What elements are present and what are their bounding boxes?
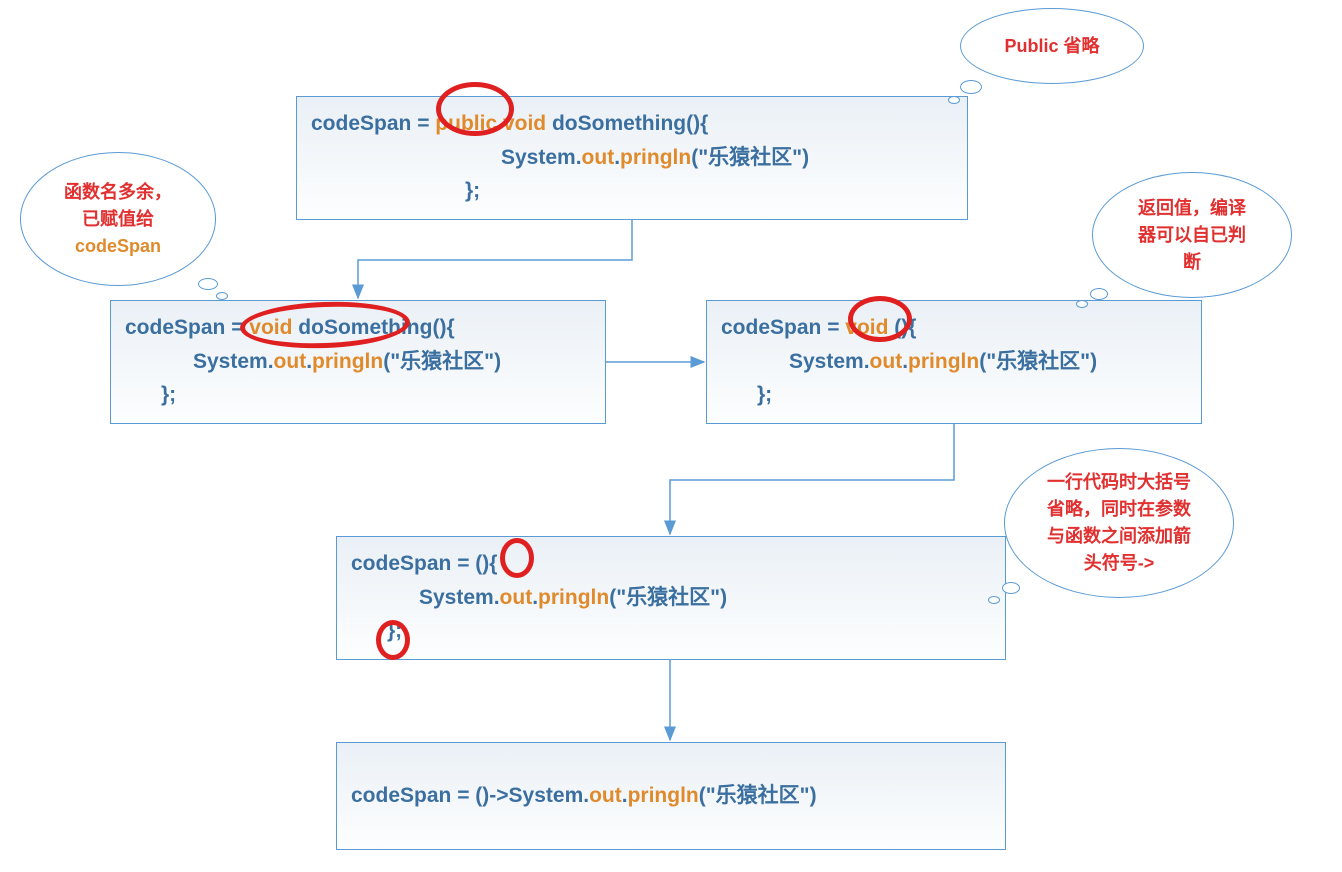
code-line: }; — [351, 614, 991, 648]
keyword: pringln — [628, 784, 699, 807]
code-box-3: codeSpan = void (){ System.out.pringln("… — [706, 300, 1202, 424]
code-line: }; — [125, 378, 591, 412]
callout-text: 断 — [1138, 249, 1246, 276]
callout-text: Public 省略 — [1004, 33, 1099, 60]
text: }; — [465, 179, 480, 202]
code-line: System.out.pringln("乐猿社区") — [351, 581, 991, 615]
text: ("乐猿社区") — [699, 784, 817, 807]
text: System. — [419, 586, 500, 609]
keyword: out — [582, 146, 615, 169]
circle-mark-brace-close — [376, 620, 410, 660]
callout-tail — [198, 278, 218, 290]
keyword: pringln — [312, 350, 383, 373]
keyword: pringln — [620, 146, 691, 169]
text: ("乐猿社区") — [609, 586, 727, 609]
callout-text: 器可以自已判 — [1138, 222, 1246, 249]
callout-tail — [1002, 582, 1020, 594]
callout-text: 省略，同时在参数 — [1047, 496, 1191, 523]
code-line: System.out.pringln("乐猿社区") — [311, 141, 953, 175]
text: codeSpan = ( — [351, 552, 482, 575]
keyword: out — [500, 586, 533, 609]
callout-public: Public 省略 — [960, 8, 1144, 84]
keyword: pringln — [538, 586, 609, 609]
circle-mark-brace-open — [500, 538, 534, 578]
code-line: codeSpan = (){ — [351, 547, 991, 581]
callout-braces: 一行代码时大括号 省略，同时在参数 与函数之间添加箭 头符号-> — [1004, 448, 1234, 598]
text: codeSpan = ()->System. — [351, 784, 589, 807]
callout-return: 返回值，编译 器可以自已判 断 — [1092, 172, 1292, 298]
keyword: pringln — [908, 350, 979, 373]
code-box-5: codeSpan = ()->System.out.pringln("乐猿社区"… — [336, 742, 1006, 850]
callout-tail — [960, 80, 982, 94]
callout-text: codeSpan — [64, 233, 172, 260]
text: ("乐猿社区") — [691, 146, 809, 169]
callout-tail — [216, 292, 228, 300]
text: codeSpan = — [311, 112, 435, 135]
code-box-4: codeSpan = (){ System.out.pringln("乐猿社区"… — [336, 536, 1006, 660]
callout-tail — [1076, 300, 1088, 308]
text: ("乐猿社区") — [979, 350, 1097, 373]
code-box-1: codeSpan = public void doSomething(){ Sy… — [296, 96, 968, 220]
keyword: out — [274, 350, 307, 373]
text: }; — [757, 383, 772, 406]
text: doSomething(){ — [546, 112, 708, 135]
code-line: codeSpan = ()->System.out.pringln("乐猿社区"… — [351, 779, 817, 813]
callout-tail — [948, 96, 960, 104]
callout-text: 返回值，编译 — [1138, 195, 1246, 222]
text: System. — [501, 146, 582, 169]
code-line: codeSpan = void (){ — [721, 311, 1187, 345]
text: ("乐猿社区") — [383, 350, 501, 373]
text: codeSpan = — [125, 316, 249, 339]
callout-text: 已赋值给 — [64, 206, 172, 233]
code-line: System.out.pringln("乐猿社区") — [125, 345, 591, 379]
text: System. — [193, 350, 274, 373]
callout-text: 与函数之间添加箭 — [1047, 523, 1191, 550]
callout-funcname: 函数名多余， 已赋值给 codeSpan — [20, 152, 216, 286]
text: ){ — [482, 552, 497, 575]
callout-tail — [988, 596, 1000, 604]
callout-text: 一行代码时大括号 — [1047, 469, 1191, 496]
text: System. — [789, 350, 870, 373]
code-line: System.out.pringln("乐猿社区") — [721, 345, 1187, 379]
callout-text: 头符号-> — [1047, 550, 1191, 577]
keyword: out — [589, 784, 622, 807]
callout-tail — [1090, 288, 1108, 300]
code-line: }; — [311, 174, 953, 208]
callout-text: 函数名多余， — [64, 179, 172, 206]
code-line: }; — [721, 378, 1187, 412]
keyword: out — [870, 350, 903, 373]
text: codeSpan = — [721, 316, 845, 339]
text: }; — [161, 383, 176, 406]
circle-mark-public — [436, 82, 514, 136]
code-line: codeSpan = public void doSomething(){ — [311, 107, 953, 141]
circle-mark-void — [848, 296, 912, 342]
